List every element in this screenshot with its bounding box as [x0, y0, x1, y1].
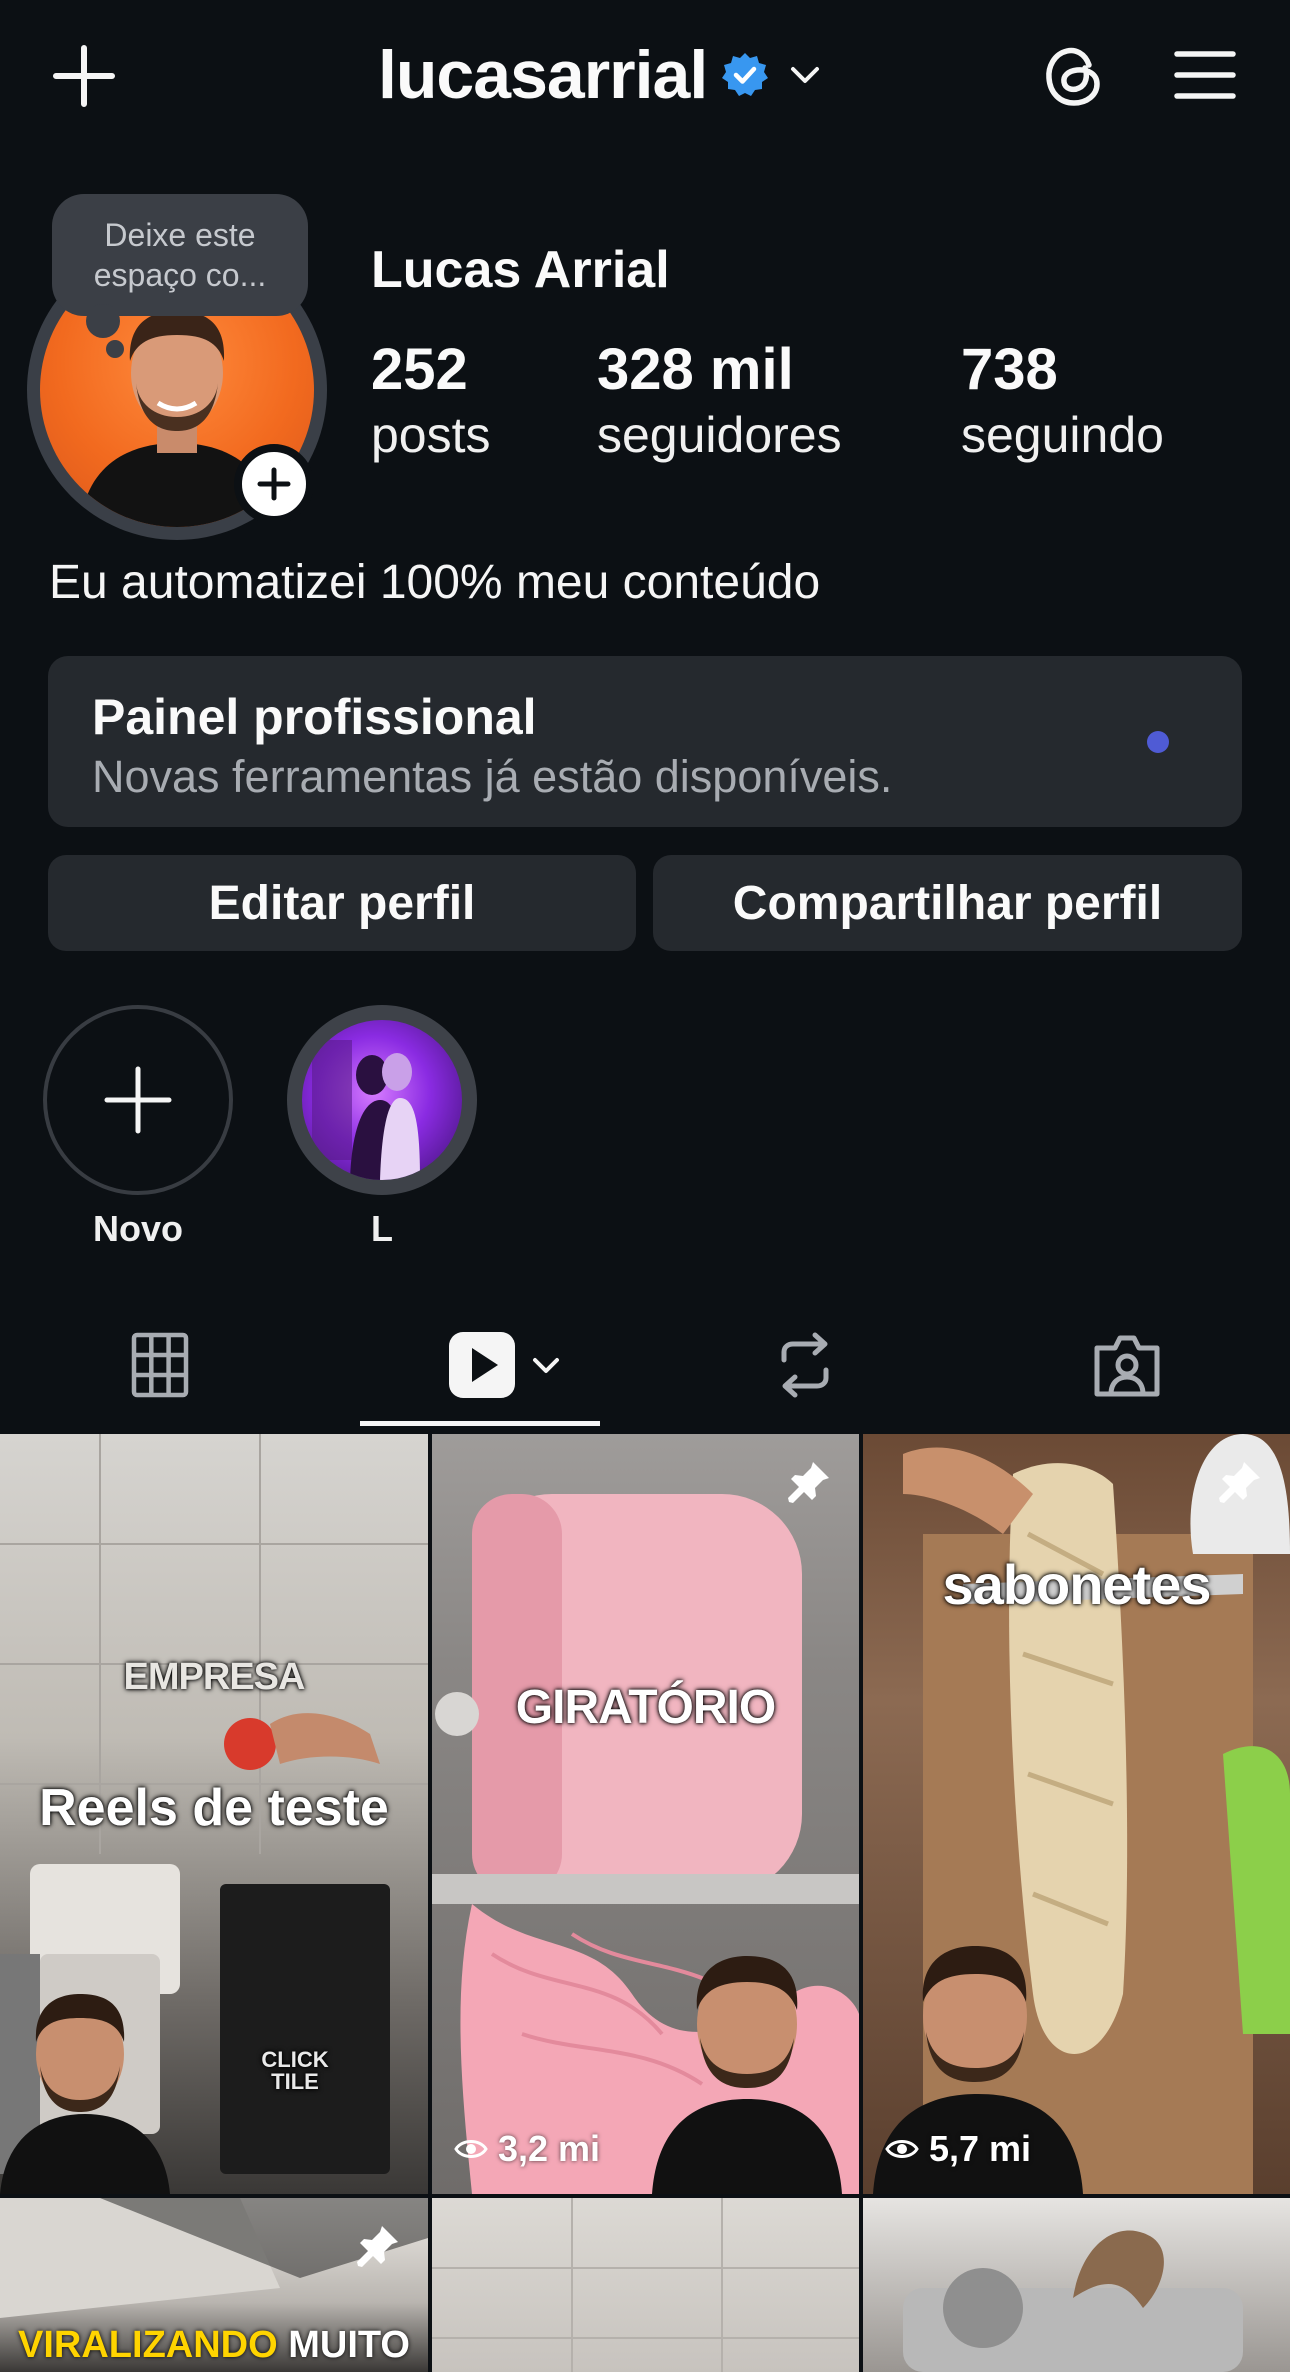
pin-icon [788, 1462, 829, 1503]
stat-value: 738 [961, 337, 1058, 402]
product-brand-text: CLICK TILE [261, 2047, 329, 2094]
highlight-thumbnail [302, 1020, 462, 1180]
reel-caption: Reels de teste [39, 1779, 389, 1837]
stat-value: 328 mil [597, 337, 794, 402]
repost-icon [781, 1332, 829, 1398]
reel-caption: VIRALIZANDO MUITO [0, 2324, 428, 2367]
eye-icon [454, 2140, 488, 2158]
tab-reposts[interactable] [755, 1320, 855, 1410]
reels-play-icon [449, 1332, 515, 1398]
reel-tile[interactable]: VIRALIZANDO MUITO [0, 2198, 428, 2372]
stat-label: seguidores [597, 407, 842, 463]
new-highlight-button[interactable] [43, 1005, 233, 1195]
stat-following[interactable]: 738 seguindo [961, 335, 1164, 465]
stat-value: 252 [371, 337, 468, 402]
reel-thumbnail [903, 2230, 1243, 2372]
eye-icon [885, 2140, 919, 2158]
threads-icon[interactable] [1036, 36, 1112, 116]
note-bubble-tail [86, 304, 120, 338]
note-bubble-tail-small [106, 340, 124, 358]
reel-caption-rest: MUITO [288, 2324, 410, 2366]
stat-followers[interactable]: 328 mil seguidores [597, 335, 842, 465]
pro-dashboard-subtitle: Novas ferramentas já estão disponíveis. [92, 751, 893, 802]
grid-icon [131, 1332, 189, 1398]
reel-caption-highlight: VIRALIZANDO [18, 2324, 278, 2366]
top-bar: lucasarrial [0, 0, 1290, 150]
plus-icon [257, 467, 291, 501]
highlight-label: L [371, 1208, 393, 1249]
highlight-l[interactable] [287, 1005, 477, 1195]
chevron-down-icon [791, 67, 820, 83]
view-count-text: 3,2 mi [498, 2128, 601, 2169]
stat-label: seguindo [961, 407, 1164, 463]
username-title: lucasarrial [378, 37, 708, 113]
tab-reels[interactable] [440, 1320, 570, 1410]
note-text: Deixe este espaço co... [93, 217, 267, 293]
stat-label: posts [371, 407, 491, 463]
notification-dot [1147, 731, 1169, 753]
chevron-down-icon [533, 1358, 559, 1373]
active-tab-indicator [360, 1421, 600, 1426]
verified-badge-icon [722, 53, 769, 96]
reel-overlay-text: EMPRESA [123, 1656, 306, 1698]
reel-tile[interactable]: sabonetes 5,7 mi [863, 1434, 1290, 2194]
add-story-button[interactable] [234, 444, 314, 524]
stat-posts[interactable]: 252 posts [371, 335, 491, 465]
edit-profile-button[interactable]: Editar perfil [48, 855, 636, 951]
reel-tile[interactable]: EMPRESA Reels de teste CLICK TILE [0, 1434, 428, 2194]
reel-tile[interactable]: GIRATÓRIO 3,2 mi [432, 1434, 859, 2194]
pin-icon [357, 2226, 398, 2267]
reel-caption: sabonetes [942, 1553, 1212, 1616]
share-profile-button[interactable]: Compartilhar perfil [653, 855, 1242, 951]
profile-bio: Eu automatizei 100% meu conteúdo [49, 556, 821, 609]
tagged-person-icon [1094, 1335, 1160, 1397]
note-bubble[interactable]: Deixe este espaço co... [52, 194, 308, 316]
view-count: 3,2 mi [454, 2128, 600, 2170]
reel-tile[interactable] [863, 2198, 1290, 2372]
reel-caption: GIRATÓRIO [515, 1681, 776, 1734]
account-switcher[interactable]: lucasarrial [378, 30, 823, 120]
professional-dashboard-card[interactable]: Painel profissional Novas ferramentas já… [48, 656, 1242, 827]
highlight-label: Novo [93, 1208, 183, 1249]
view-count: 5,7 mi [885, 2128, 1031, 2170]
creator-face [652, 1956, 842, 2194]
tab-tagged[interactable] [1077, 1320, 1177, 1410]
menu-hamburger-icon[interactable] [1170, 40, 1240, 110]
reel-thumbnail [432, 2198, 859, 2372]
profile-full-name: Lucas Arrial [371, 241, 670, 299]
creator-face [0, 1994, 170, 2194]
tab-grid[interactable] [110, 1320, 210, 1410]
pin-icon [1219, 1462, 1260, 1503]
reel-tile[interactable] [432, 2198, 859, 2372]
plus-icon [104, 1066, 172, 1134]
view-count-text: 5,7 mi [929, 2128, 1032, 2169]
pro-dashboard-title: Painel profissional [92, 689, 537, 745]
create-plus-icon[interactable] [44, 36, 124, 116]
